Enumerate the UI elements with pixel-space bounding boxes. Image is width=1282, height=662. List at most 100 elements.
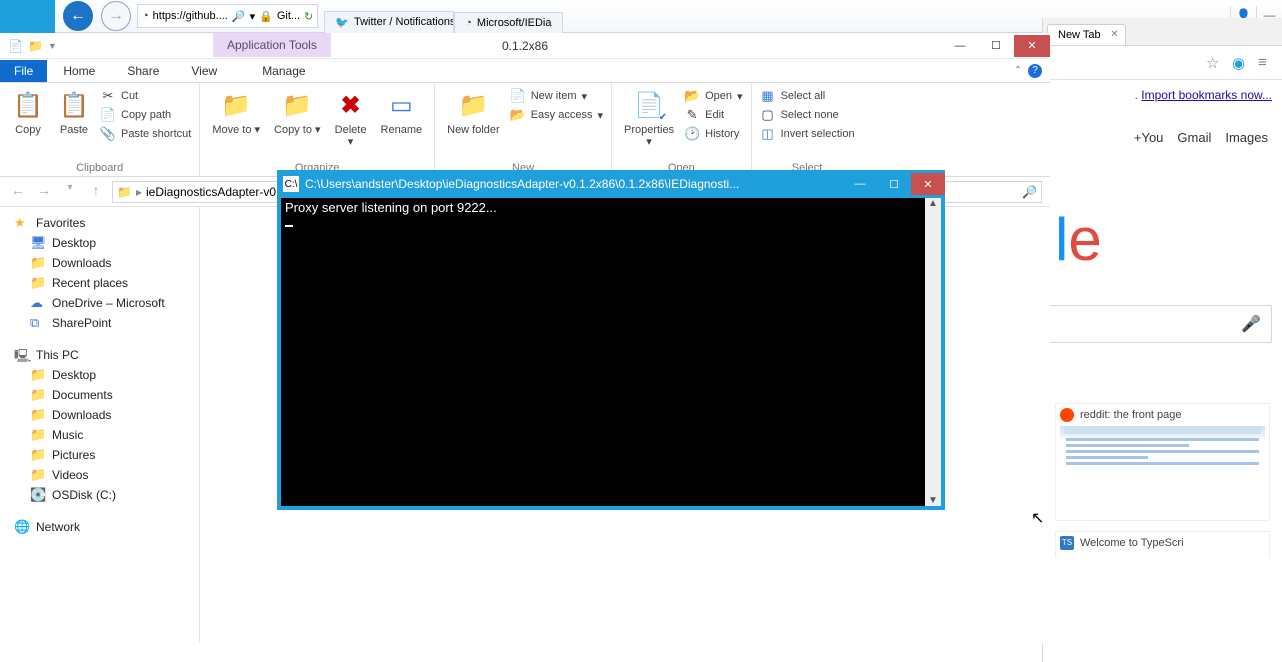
application-tools-tab[interactable]: Application Tools bbox=[213, 33, 331, 57]
console-title: C:\Users\andster\Desktop\ieDiagnosticsAd… bbox=[305, 177, 843, 191]
maximize-button[interactable]: ☐ bbox=[978, 35, 1014, 57]
link-you[interactable]: +You bbox=[1134, 130, 1164, 145]
paste-shortcut-button[interactable]: 📎Paste shortcut bbox=[100, 125, 191, 143]
link-gmail[interactable]: Gmail bbox=[1177, 130, 1211, 145]
new-item-button[interactable]: 📄New item ▾ bbox=[510, 87, 603, 105]
nav-pc-videos[interactable]: 📁Videos bbox=[0, 465, 199, 485]
github-icon: ◔ bbox=[142, 10, 149, 22]
tab-label: Microsoft/IEDia bbox=[477, 17, 552, 29]
mv-tile-typescript[interactable]: TS Welcome to TypeScri bbox=[1055, 531, 1270, 558]
paste-button[interactable]: 📋Paste bbox=[54, 87, 94, 138]
microphone-icon[interactable]: 🎤 bbox=[1241, 314, 1261, 334]
select-none-button[interactable]: ▢Select none bbox=[760, 106, 855, 124]
home-tab[interactable]: Home bbox=[47, 60, 111, 82]
copy-to-button[interactable]: 📁Copy to ▾ bbox=[270, 87, 325, 138]
chrome-tabstrip: New Tab ✕ bbox=[1043, 18, 1282, 46]
nav-favorites[interactable]: ★Favorites bbox=[0, 213, 199, 233]
tile-label: Welcome to TypeScri bbox=[1080, 537, 1184, 549]
ribbon-group-new: 📁New folder 📄New item ▾ 📂Easy access ▾ N… bbox=[435, 83, 612, 176]
ie-tab-microsoft[interactable]: ◔ Microsoft/IEDia bbox=[454, 12, 562, 33]
properties-button[interactable]: 📄Properties▾ bbox=[620, 87, 678, 150]
menu-icon[interactable]: ≡ bbox=[1258, 54, 1276, 72]
console-scrollbar[interactable]: ▲ ▼ bbox=[925, 198, 941, 506]
scroll-up-icon[interactable]: ▲ bbox=[928, 198, 938, 209]
collapse-ribbon-icon[interactable]: ˆ bbox=[1016, 64, 1020, 78]
nav-sharepoint[interactable]: ⧉SharePoint bbox=[0, 313, 199, 333]
search-input[interactable]: 🎤 bbox=[1043, 305, 1272, 343]
star-icon[interactable]: ☆ bbox=[1206, 54, 1224, 72]
refresh-icon[interactable]: ↻ bbox=[304, 10, 313, 23]
move-to-button[interactable]: 📁Move to ▾ bbox=[208, 87, 264, 138]
nav-pc-pictures[interactable]: 📁Pictures bbox=[0, 445, 199, 465]
navigation-pane: ★Favorites 🖥Desktop 📁Downloads 📁Recent p… bbox=[0, 207, 200, 643]
copy-path-button[interactable]: 📄Copy path bbox=[100, 106, 191, 124]
nav-this-pc[interactable]: 🖳This PC bbox=[0, 345, 199, 365]
console-icon: C:\ bbox=[283, 176, 299, 192]
dropdown-icon[interactable]: ▾ bbox=[250, 10, 256, 23]
open-button[interactable]: 📂Open ▾ bbox=[684, 87, 742, 105]
nav-pc-osdisk[interactable]: 💽OSDisk (C:) bbox=[0, 485, 199, 505]
address-bar[interactable]: ◔ https://github.... 🔎 ▾ 🔒 Git... ↻ bbox=[137, 4, 318, 28]
view-tab[interactable]: View bbox=[175, 60, 233, 82]
reddit-icon bbox=[1060, 408, 1074, 422]
qat-dropdown-icon[interactable]: ▼ bbox=[48, 41, 57, 51]
help-icon[interactable]: ? bbox=[1028, 64, 1042, 78]
up-button[interactable]: ↑ bbox=[86, 182, 106, 202]
edit-button[interactable]: ✎Edit bbox=[684, 106, 742, 124]
minimize-button[interactable]: — bbox=[843, 173, 877, 195]
nav-recent[interactable]: 📁Recent places bbox=[0, 273, 199, 293]
import-bookmarks-link[interactable]: Import bookmarks now... bbox=[1141, 88, 1272, 102]
nav-pc-music[interactable]: 📁Music bbox=[0, 425, 199, 445]
twitter-icon: 🐦 bbox=[335, 16, 349, 29]
nav-pc-desktop[interactable]: 📁Desktop bbox=[0, 365, 199, 385]
back-button[interactable]: ← bbox=[63, 1, 93, 31]
ribbon-group-clipboard: 📋Copy 📋Paste ✂Cut 📄Copy path 📎Paste shor… bbox=[0, 83, 200, 176]
forward-button[interactable]: → bbox=[34, 182, 54, 202]
console-titlebar[interactable]: C:\ C:\Users\andster\Desktop\ieDiagnosti… bbox=[277, 170, 945, 198]
delete-button[interactable]: ✖Delete▾ bbox=[331, 87, 371, 150]
close-button[interactable]: ✕ bbox=[911, 173, 945, 195]
nav-pc-downloads[interactable]: 📁Downloads bbox=[0, 405, 199, 425]
recent-button[interactable]: ▾ bbox=[60, 182, 80, 202]
tab-label: New Tab bbox=[1058, 29, 1101, 41]
link-images[interactable]: Images bbox=[1225, 130, 1268, 145]
easy-access-button[interactable]: 📂Easy access ▾ bbox=[510, 106, 603, 124]
nav-onedrive[interactable]: ☁OneDrive – Microsoft bbox=[0, 293, 199, 313]
nav-downloads[interactable]: 📁Downloads bbox=[0, 253, 199, 273]
new-folder-button[interactable]: 📁New folder bbox=[443, 87, 504, 138]
manage-tab[interactable]: Manage bbox=[246, 60, 321, 82]
breadcrumb-text: ieDiagnosticsAdapter-v0.1. bbox=[146, 185, 289, 199]
minimize-button[interactable]: — bbox=[942, 35, 978, 57]
nav-desktop[interactable]: 🖥Desktop bbox=[0, 233, 199, 253]
mv-tile-reddit[interactable]: reddit: the front page bbox=[1055, 403, 1270, 521]
nav-pc-documents[interactable]: 📁Documents bbox=[0, 385, 199, 405]
qat-new-icon[interactable]: 📄 bbox=[8, 39, 23, 53]
typescript-icon: TS bbox=[1060, 536, 1074, 550]
close-icon[interactable]: ✕ bbox=[1110, 29, 1118, 40]
close-button[interactable]: ✕ bbox=[1014, 35, 1050, 57]
back-button[interactable]: ← bbox=[8, 182, 28, 202]
forward-button[interactable]: → bbox=[101, 1, 131, 31]
cut-button[interactable]: ✂Cut bbox=[100, 87, 191, 105]
share-tab[interactable]: Share bbox=[111, 60, 175, 82]
copy-button[interactable]: 📋Copy bbox=[8, 87, 48, 138]
chrome-tab-new[interactable]: New Tab ✕ bbox=[1047, 24, 1126, 45]
history-button[interactable]: 🕑History bbox=[684, 125, 742, 143]
scroll-down-icon[interactable]: ▼ bbox=[928, 495, 938, 506]
select-all-button[interactable]: ▦Select all bbox=[760, 87, 855, 105]
ie-tab-twitter[interactable]: 🐦 Twitter / Notifications bbox=[324, 11, 454, 33]
tile-thumbnail bbox=[1060, 426, 1265, 516]
nav-network[interactable]: 🌐Network bbox=[0, 517, 199, 537]
maximize-button[interactable]: ☐ bbox=[877, 173, 911, 195]
invert-selection-button[interactable]: ◫Invert selection bbox=[760, 125, 855, 143]
console-body[interactable]: Proxy server listening on port 9222... ▲… bbox=[281, 198, 941, 506]
file-tab[interactable]: File bbox=[0, 60, 47, 82]
chrome-window: New Tab ✕ ☆ ◉ ≡ . Import bookmarks now..… bbox=[1042, 18, 1282, 662]
qat-folder-icon[interactable]: 📁 bbox=[28, 39, 43, 53]
google-logo-partial: le bbox=[1055, 205, 1282, 275]
most-visited: reddit: the front page TS Welcome to Type… bbox=[1043, 343, 1282, 558]
rename-button[interactable]: ▭Rename bbox=[377, 87, 427, 138]
tile-label: reddit: the front page bbox=[1080, 409, 1182, 421]
cursor bbox=[285, 225, 293, 227]
ie-extension-icon[interactable]: ◉ bbox=[1232, 54, 1250, 72]
